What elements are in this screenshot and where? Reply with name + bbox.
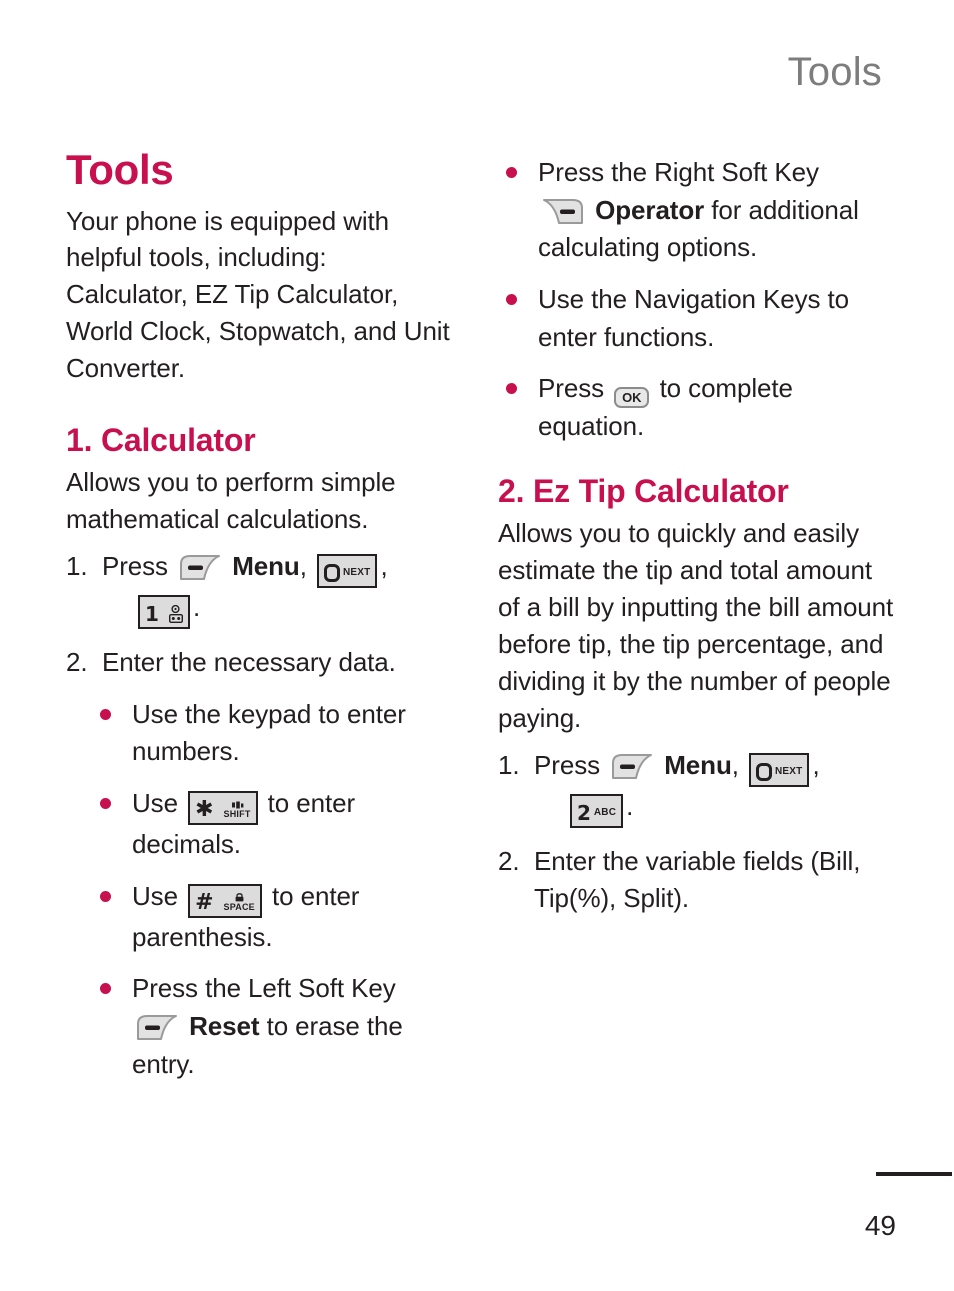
step-text-press: Press — [102, 551, 168, 582]
section-title-calculator: 1. Calculator — [66, 422, 256, 459]
calculator-bullets-continued: Press the Right Soft Key Operator for ad… — [498, 154, 896, 446]
key-1-digit: 1 — [145, 602, 159, 627]
bullet-dot-icon — [506, 294, 518, 306]
voicemail-icon — [168, 604, 183, 624]
lock-icon — [235, 893, 244, 902]
list-item: Press the Right Soft Key Operator for ad… — [504, 154, 896, 267]
right-soft-key-icon — [541, 197, 585, 226]
bullet-dot-icon — [100, 983, 111, 995]
step-item: 2. Enter the necessary data. — [66, 644, 454, 682]
hash-key-sublabel: SPACE — [223, 902, 255, 913]
step-number: 1. — [66, 551, 88, 582]
bullet-dot-icon — [100, 890, 111, 902]
keypad-key-star-shift: ✱ SHIFT — [188, 791, 258, 826]
footer-rule — [876, 1172, 952, 1176]
keypad-key-2-abc: 2 ABC — [570, 793, 624, 828]
list-item: Press OK to complete equation. — [504, 370, 896, 446]
voicemail-tape-icon — [168, 613, 183, 623]
bullet-prefix: Use — [132, 788, 178, 819]
calculator-description: Allows you to perform simple mathematica… — [66, 467, 396, 535]
left-soft-key-icon — [178, 553, 222, 582]
calculator-steps-list: 1. Press Menu, NEXT , 1 . 2. Enter the n… — [66, 548, 454, 682]
keypad-key-0-next: NEXT — [748, 752, 810, 787]
star-glyph-icon: ✱ — [195, 797, 214, 823]
keypad-key-1-voicemail: 1 — [138, 595, 190, 630]
star-key-sublabel: SHIFT — [223, 809, 251, 820]
zero-glyph-icon — [755, 762, 772, 781]
step-item: 2. Enter the variable fields (Bill, Tip(%… — [498, 843, 896, 918]
calculator-bullets-list: Use the keypad to enter numbers. Use ✱ S… — [66, 696, 454, 1084]
step-item: 1. Press Menu, NEXT , 2 ABC . — [498, 747, 896, 829]
bullet-prefix: Press the Right Soft Key — [538, 157, 819, 187]
space-key-stack: SPACE — [224, 893, 255, 912]
bullet-text: Use the Navigation Keys to enter functio… — [538, 284, 850, 352]
list-item: Press the Left Soft Key Reset to erase t… — [98, 970, 454, 1083]
list-item: Use the Navigation Keys to enter functio… — [504, 281, 896, 356]
menu-label: Menu — [664, 749, 732, 780]
hash-glyph-icon: # — [195, 889, 214, 915]
bullet-dot-icon — [506, 167, 518, 178]
ok-key-icon: OK — [614, 387, 650, 409]
bullet-dot-icon — [100, 798, 111, 810]
step-number: 2. — [66, 647, 88, 678]
page-columns: Tools Your phone is equipped with helpfu… — [66, 146, 896, 1098]
bullet-dot-icon — [100, 708, 111, 720]
shift-key-stack: SHIFT — [224, 801, 251, 819]
bullet-dot-icon — [506, 383, 518, 395]
step-text: Enter the variable fields (Bill, Tip(%),… — [534, 845, 861, 914]
left-soft-key-icon — [135, 1013, 179, 1042]
page-number: 49 — [864, 1210, 896, 1241]
shift-icon — [231, 801, 243, 809]
step-number: 1. — [498, 749, 520, 780]
key-0-sublabel: NEXT — [774, 765, 803, 777]
bullet-prefix: Press the Left Soft Key — [132, 973, 396, 1004]
bullet-prefix: Press — [538, 373, 604, 404]
period-1: . — [626, 790, 634, 821]
key-2-digit: 2 — [577, 800, 591, 825]
ez-tip-description: Allows you to quickly and easily estimat… — [498, 518, 894, 733]
period-1: . — [192, 592, 201, 623]
comma-1: , — [731, 749, 739, 780]
key-2-sublabel: ABC — [593, 806, 617, 818]
list-item: Use ✱ SHIFT to enter decimals. — [98, 785, 454, 864]
left-soft-key-icon — [610, 752, 654, 781]
running-header-title: Tools — [787, 50, 882, 94]
comma-2: , — [380, 551, 388, 582]
ez-tip-steps-list: 1. Press Menu, NEXT , 2 ABC . 2. Enter t… — [498, 747, 896, 918]
voicemail-at-icon — [171, 604, 181, 613]
section-title-ez-tip-calculator: 2. Ez Tip Calculator — [498, 473, 789, 510]
keypad-key-hash-space: # SPACE — [188, 883, 262, 918]
bullet-text: Use the keypad to enter numbers. — [132, 698, 406, 767]
operator-label: Operator — [595, 194, 705, 225]
comma-1: , — [299, 551, 307, 582]
step-number: 2. — [498, 845, 520, 876]
step-text-press: Press — [534, 749, 600, 780]
intro-paragraph: Your phone is equipped with helpful tool… — [66, 205, 450, 384]
left-column: Tools Your phone is equipped with helpfu… — [66, 146, 454, 1098]
right-column: Press the Right Soft Key Operator for ad… — [498, 148, 896, 1098]
keypad-key-0-next: NEXT — [316, 554, 378, 589]
zero-glyph-icon — [323, 564, 340, 583]
bullet-prefix: Use — [132, 880, 178, 911]
reset-label: Reset — [189, 1011, 260, 1042]
list-item: Use # SPACE to enter parenthesis. — [98, 878, 454, 957]
comma-2: , — [812, 749, 820, 780]
chapter-title: Tools — [66, 146, 174, 193]
menu-label: Menu — [232, 551, 300, 582]
key-0-sublabel: NEXT — [342, 567, 371, 579]
list-item: Use the keypad to enter numbers. — [98, 696, 454, 771]
step-text: Enter the necessary data. — [102, 647, 396, 678]
step-item: 1. Press Menu, NEXT , 1 . — [66, 548, 454, 630]
